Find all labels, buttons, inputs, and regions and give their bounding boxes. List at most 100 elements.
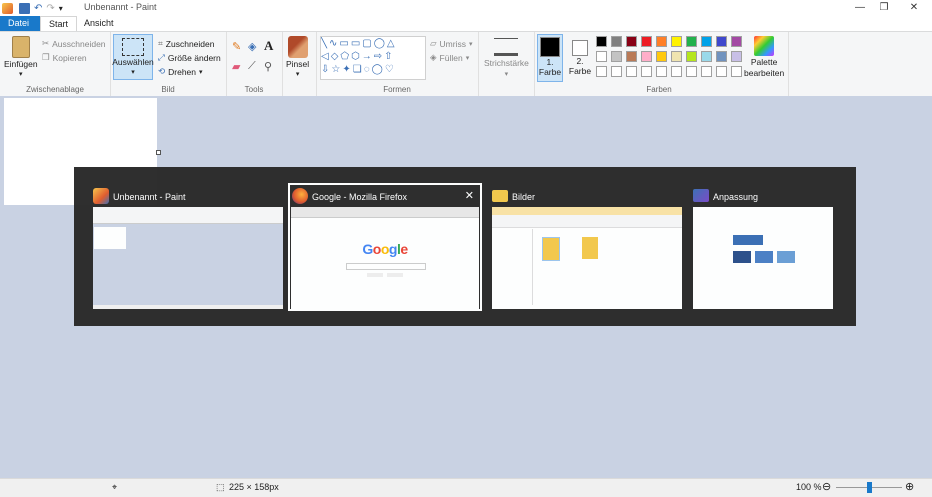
color-swatch[interactable] [701, 66, 712, 77]
redo-icon[interactable]: ↷ [46, 3, 54, 14]
fill-bucket-icon[interactable]: ◈ [248, 40, 256, 53]
line-width-icon [494, 38, 519, 56]
color-swatch[interactable] [686, 36, 697, 47]
rotate-button[interactable]: ⟲ Drehen ▾ [158, 66, 203, 77]
paint-app-icon[interactable] [2, 2, 13, 14]
color-swatch[interactable] [626, 66, 637, 77]
color-swatch[interactable] [596, 66, 607, 77]
chevron-down-icon: ▾ [19, 71, 23, 78]
shapes-row: ⇩☆✦❏◌◯♡ [321, 64, 396, 75]
tile-thumbnail [693, 207, 833, 309]
color-swatch[interactable] [611, 66, 622, 77]
pencil-icon[interactable]: ✎ [232, 40, 241, 53]
chevron-down-icon: ▾ [465, 54, 470, 62]
color-swatch[interactable] [686, 66, 697, 77]
color-swatch[interactable] [641, 51, 652, 62]
zoom-slider[interactable] [836, 482, 902, 493]
fill-button[interactable]: ◈ Füllen ▾ [430, 52, 469, 63]
paste-button[interactable]: Einfügen ▾ [4, 36, 38, 78]
save-icon[interactable] [19, 2, 30, 14]
color-swatch[interactable] [641, 66, 652, 77]
color-swatch[interactable] [731, 66, 742, 77]
color-swatch[interactable] [731, 51, 742, 62]
switcher-tile-firefox[interactable]: Google - Mozilla Firefox ✕ Google [288, 183, 482, 311]
color-swatch[interactable] [716, 36, 727, 47]
text-tool-icon[interactable]: A [264, 38, 273, 54]
group-clipboard: Einfügen ▾ ✂ Ausschneiden ❐ Kopieren Zwisc… [0, 32, 111, 96]
color-swatch[interactable] [596, 36, 607, 47]
cursor-position-icon: ⌖ [112, 482, 118, 492]
color-swatch[interactable] [611, 51, 622, 62]
canvas-resize-handle[interactable] [156, 150, 161, 155]
color2-label-line2: Farbe [568, 66, 592, 76]
color-swatch[interactable] [731, 36, 742, 47]
color-swatch[interactable] [716, 51, 727, 62]
cut-button[interactable]: ✂ Ausschneiden [42, 38, 106, 49]
color-swatch[interactable] [656, 51, 667, 62]
image-dimensions: 225 × 158px [229, 482, 279, 492]
switcher-tile-paint[interactable]: Unbenannt - Paint [91, 183, 285, 311]
window-title: Unbenannt - Paint [84, 2, 157, 12]
color-swatch[interactable] [671, 66, 682, 77]
resize-button[interactable]: ⤢ Größe ändern [158, 52, 221, 63]
color-swatch[interactable] [701, 36, 712, 47]
group-colors-selected: 1. Farbe 2. Farbe [534, 32, 594, 96]
shapes-gallery[interactable]: ╲∿▭▭▢◯△ ◁◇⬠⬡→⇨⇧ ⇩☆✦❏◌◯♡ [320, 36, 426, 80]
color-swatch[interactable] [641, 36, 652, 47]
color-swatch[interactable] [671, 51, 682, 62]
zoom-slider-thumb[interactable] [867, 482, 872, 493]
thumb-button [387, 273, 403, 277]
scissors-icon: ✂ [42, 38, 50, 48]
folder-icon [492, 190, 508, 202]
color1-swatch [540, 37, 560, 57]
color-swatch[interactable] [701, 51, 712, 62]
close-button[interactable]: ✕ [900, 0, 928, 16]
selection-size-icon: ⬚ [216, 482, 225, 492]
color-swatch[interactable] [611, 36, 622, 47]
switcher-tile-pictures[interactable]: Bilder [490, 183, 684, 311]
outline-button[interactable]: ▱ Umriss ▾ [430, 38, 473, 49]
zoom-level: 100 % [796, 482, 822, 492]
color-swatch[interactable] [656, 66, 667, 77]
select-button[interactable]: Auswählen ▾ [112, 34, 154, 80]
thumb-theme [755, 251, 773, 263]
crop-icon: ⌗ [158, 38, 163, 48]
color-swatch[interactable] [671, 36, 682, 47]
crop-label: Zuschneiden [165, 38, 215, 49]
color-picker-icon[interactable]: ⟋ [248, 60, 256, 73]
color1-button[interactable]: 1. Farbe [537, 34, 563, 82]
tab-file[interactable]: Datei [0, 16, 40, 31]
crop-button[interactable]: ⌗ Zuschneiden [158, 38, 214, 49]
customize-quick-access-icon[interactable]: ▾ [59, 4, 63, 13]
group-tools: ✎ ◈ A ▰ ⟋ ⚲ Tools [226, 32, 283, 96]
tab-view[interactable]: Ansicht [76, 16, 122, 31]
color-swatch[interactable] [626, 36, 637, 47]
magnifier-icon[interactable]: ⚲ [264, 60, 272, 73]
outline-label: Umriss [439, 38, 466, 49]
color-swatch[interactable] [716, 66, 727, 77]
color-swatch[interactable] [596, 51, 607, 62]
size-button[interactable]: Strichstärke ▾ [484, 38, 529, 78]
undo-icon[interactable]: ↶ [34, 3, 42, 14]
color2-button[interactable]: 2. Farbe [568, 36, 592, 76]
chevron-down-icon: ▾ [504, 71, 509, 78]
eraser-icon[interactable]: ▰ [232, 60, 240, 73]
zoom-in-button[interactable]: ⊕ [905, 480, 914, 493]
tab-start[interactable]: Start [40, 16, 78, 31]
thumb-toolbar [492, 215, 682, 228]
color-swatch[interactable] [656, 36, 667, 47]
tile-thumbnail [93, 207, 283, 309]
group-size: Strichstärke ▾ [478, 32, 535, 96]
brushes-button[interactable]: Pinsel ▾ [286, 36, 309, 78]
copy-button[interactable]: ❐ Kopieren [42, 52, 87, 63]
clipboard-icon [11, 36, 30, 58]
maximize-button[interactable]: ❐ [870, 0, 898, 16]
tile-title: Anpassung [713, 192, 759, 202]
switcher-tile-personalization[interactable]: Anpassung [691, 183, 885, 311]
color-swatch[interactable] [626, 51, 637, 62]
close-icon[interactable]: ✕ [465, 189, 474, 202]
zoom-out-button[interactable]: ⊖ [822, 480, 831, 493]
color-swatch[interactable] [686, 51, 697, 62]
tile-thumbnail [492, 207, 682, 309]
edit-colors-button[interactable]: Palette bearbeiten [744, 36, 784, 78]
